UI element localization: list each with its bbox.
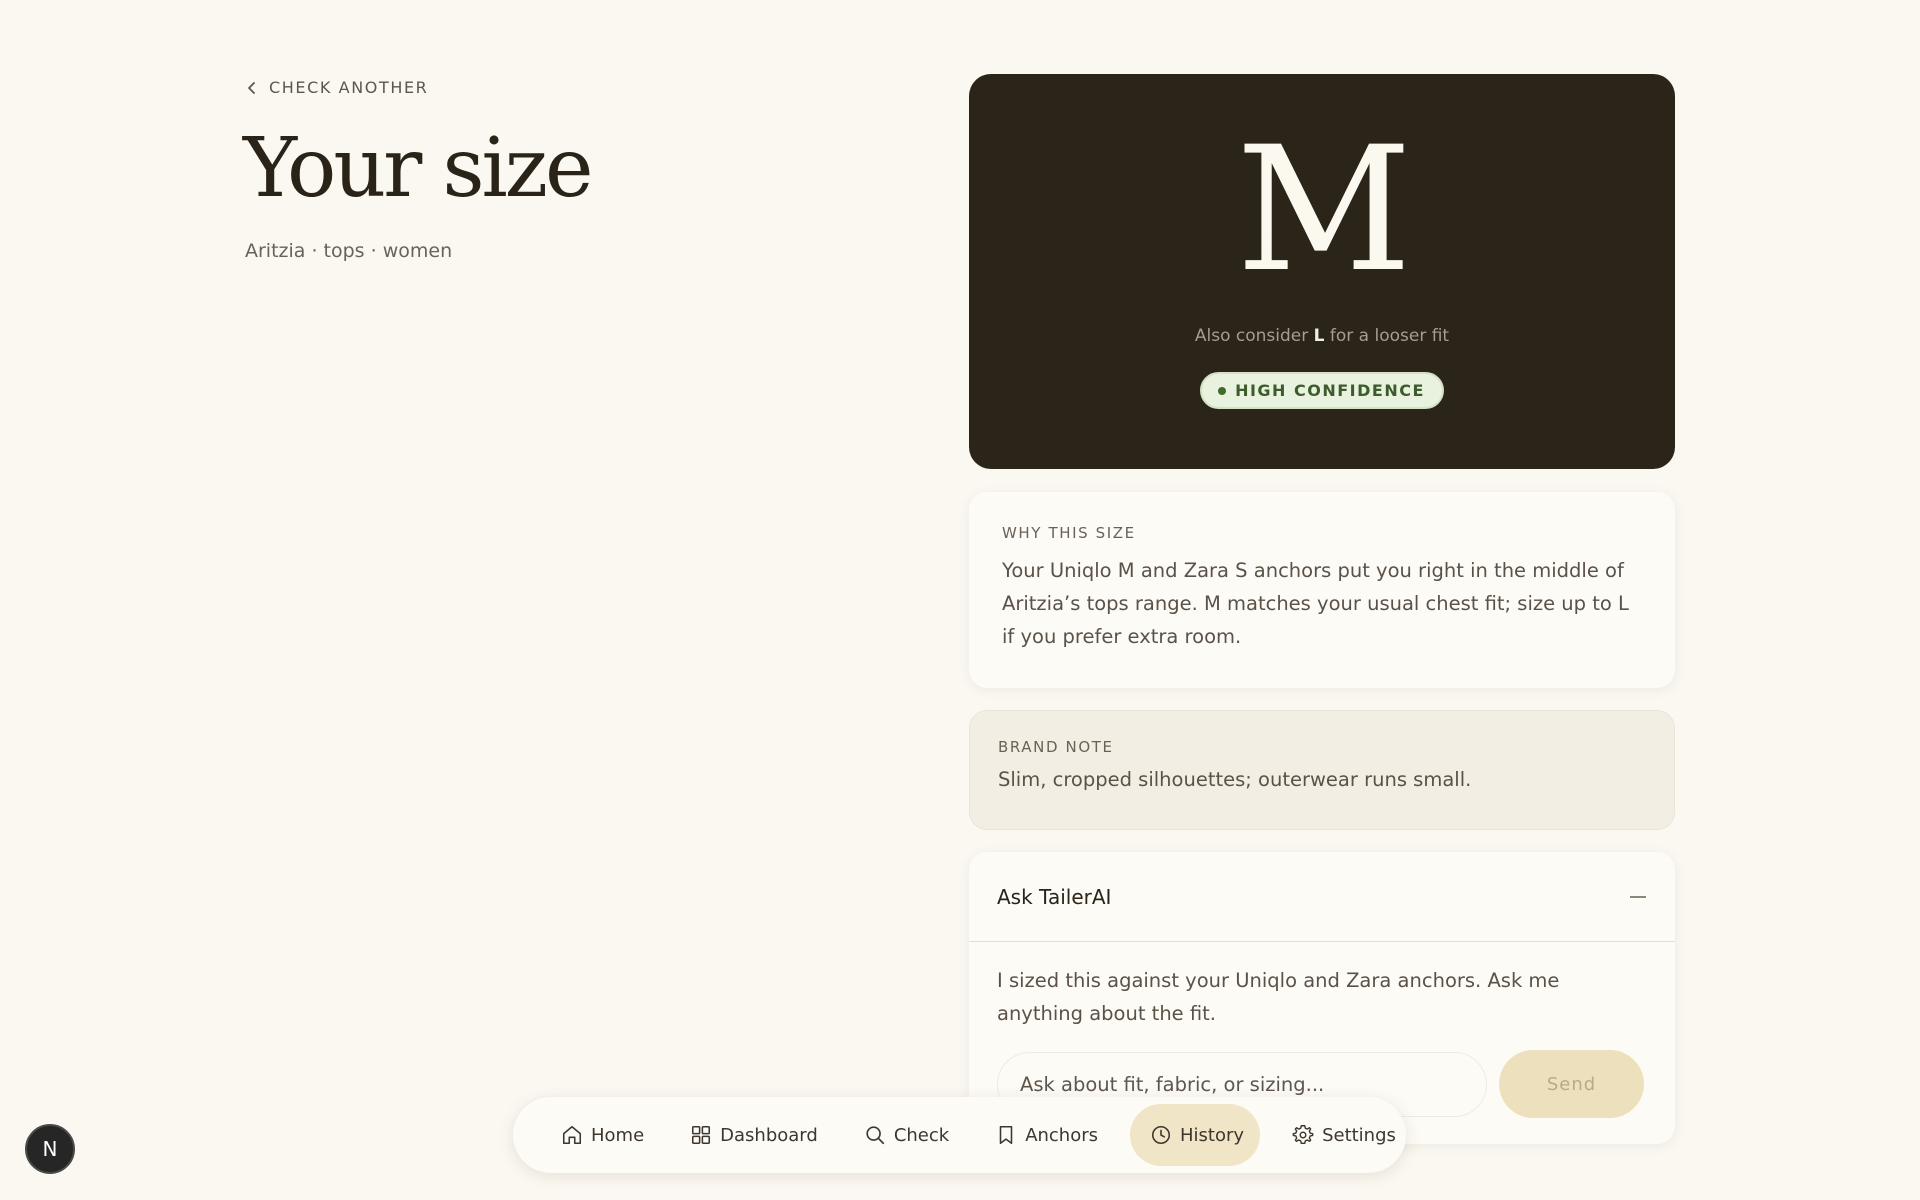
why-this-size-text: Your Uniqlo M and Zara S anchors put you… <box>1002 559 1629 648</box>
alternate-size: L <box>1313 326 1325 346</box>
nav-item-check[interactable]: Check <box>850 1104 963 1166</box>
bottom-nav: Home Dashboard Check Anchors History Set… <box>513 1097 1406 1173</box>
why-this-size-label: WHY THIS SIZE <box>1002 524 1136 542</box>
consider-prefix: Also consider <box>1194 326 1309 346</box>
search-icon <box>866 1126 884 1145</box>
size-result-card: M Also consider L for a looser fit HIGH … <box>969 74 1675 469</box>
brand-note-text: Slim, cropped silhouettes; outerwear run… <box>998 768 1472 791</box>
confidence-badge: HIGH CONFIDENCE <box>1200 372 1444 409</box>
nav-label-anchors: Anchors <box>1025 1124 1099 1146</box>
assistant-message: I sized this against your Uniqlo and Zar… <box>997 969 1560 1025</box>
page-title: Your size <box>243 121 593 216</box>
chevron-left-icon <box>248 81 255 94</box>
why-this-size-card: WHY THIS SIZE Your Uniqlo M and Zara S a… <box>969 492 1675 688</box>
nav-label-history: History <box>1180 1124 1245 1146</box>
minimize-icon[interactable] <box>1630 895 1646 898</box>
nav-item-settings[interactable]: Settings <box>1278 1104 1410 1166</box>
nav-item-dashboard[interactable]: Dashboard <box>676 1104 832 1166</box>
clock-icon <box>1151 1125 1171 1145</box>
check-another-link[interactable]: CHECK ANOTHER <box>245 78 428 97</box>
check-another-label: CHECK ANOTHER <box>269 78 429 97</box>
nav-label-settings: Settings <box>1322 1124 1396 1146</box>
nav-item-anchors[interactable]: Anchors <box>981 1104 1112 1166</box>
nav-item-home[interactable]: Home <box>547 1104 658 1166</box>
status-dot-icon <box>1218 386 1227 395</box>
home-icon <box>562 1125 582 1145</box>
consider-suffix: for a looser fit <box>1329 326 1450 346</box>
nav-label-dashboard: Dashboard <box>720 1124 818 1146</box>
send-button[interactable]: Send <box>1499 1050 1644 1118</box>
nav-item-history[interactable]: History <box>1130 1104 1261 1166</box>
grid-icon <box>692 1125 711 1145</box>
nav-label-home: Home <box>591 1124 645 1146</box>
brand-note-label: BRAND NOTE <box>998 738 1114 756</box>
nav-label-check: Check <box>893 1124 950 1146</box>
ask-panel-title: Ask TailerAI <box>997 884 1112 909</box>
recommended-size: M <box>1235 109 1412 310</box>
brand-note-card: BRAND NOTE Slim, cropped silhouettes; ou… <box>969 710 1675 830</box>
alternate-size-note: Also consider L for a looser fit <box>1195 326 1449 346</box>
ask-panel-header: Ask TailerAI <box>969 852 1675 942</box>
confidence-label: HIGH CONFIDENCE <box>1235 381 1425 400</box>
gear-icon <box>1292 1125 1314 1145</box>
page-subtitle: Aritzia · tops · women <box>245 240 453 262</box>
dev-tools-badge[interactable]: N <box>25 1124 75 1174</box>
bookmark-icon <box>999 1125 1013 1145</box>
